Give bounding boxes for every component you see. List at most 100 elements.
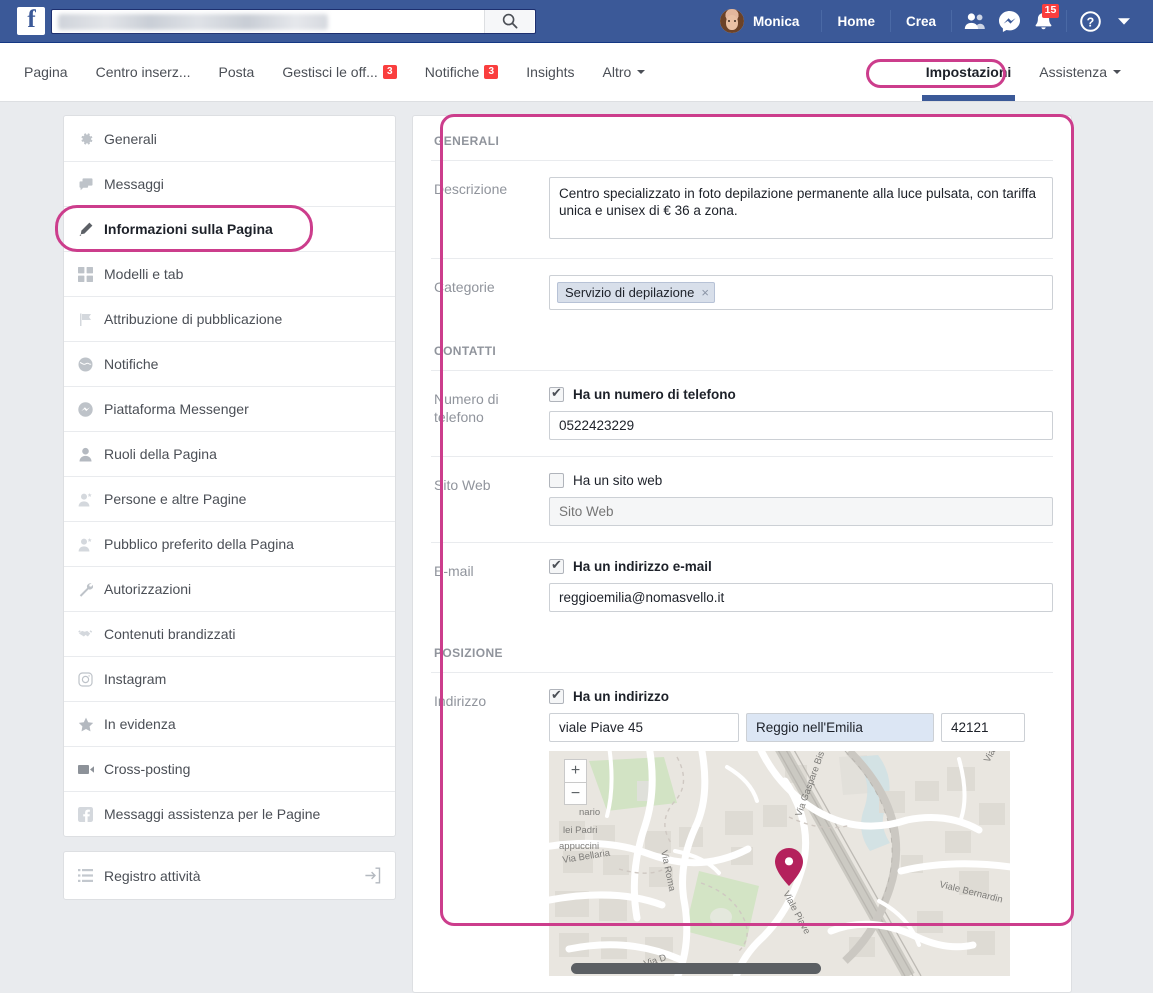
- remove-token-icon[interactable]: ×: [701, 285, 709, 300]
- checkbox-unchecked-icon[interactable]: [549, 473, 564, 488]
- map-zoom-controls[interactable]: + −: [564, 759, 587, 805]
- tab-label: Gestisci le off...: [282, 64, 378, 80]
- sidebar-item-label: Instagram: [104, 671, 167, 687]
- field-row-categorie: Categorie Servizio di depilazione ×: [431, 258, 1053, 326]
- zip-input[interactable]: [941, 713, 1025, 742]
- categories-token-input[interactable]: Servizio di depilazione ×: [549, 275, 1053, 310]
- chevron-down-icon: [1113, 70, 1121, 74]
- description-textarea[interactable]: Centro specializzato in foto depilazione…: [549, 177, 1053, 239]
- sidebar-item-autorizzazioni[interactable]: Autorizzazioni: [64, 566, 395, 611]
- search-redacted-overlay: [58, 13, 328, 30]
- sidebar-item-notifiche[interactable]: Notifiche: [64, 341, 395, 386]
- settings-sidebar: Generali Messaggi Informazioni sulla Pag…: [63, 115, 396, 900]
- page-tab-bar: Pagina Centro inserz... Posta Gestisci l…: [0, 43, 1153, 102]
- field-row-email: E-mail Ha un indirizzo e-mail: [431, 542, 1053, 628]
- sidebar-item-messaggi-assistenza-per-le-pagine[interactable]: Messaggi assistenza per le Pagine: [64, 791, 395, 836]
- location-map[interactable]: nario lei Padri appuccini Via Bellaria V…: [549, 751, 1010, 976]
- map-pin-icon[interactable]: [775, 848, 803, 886]
- sidebar-item-label: Pubblico preferito della Pagina: [104, 536, 294, 552]
- tab-pagina[interactable]: Pagina: [10, 43, 82, 101]
- tab-centro-inserzioni[interactable]: Centro inserz...: [82, 43, 205, 101]
- tab-impostazioni[interactable]: Impostazioni: [912, 43, 1026, 101]
- person-star-icon: [78, 537, 104, 552]
- tab-label: Assistenza: [1039, 64, 1107, 80]
- pencil-icon: [78, 221, 104, 237]
- sidebar-item-label: Cross-posting: [104, 761, 191, 777]
- svg-text:?: ?: [1086, 15, 1094, 29]
- sidebar-item-piattaforma-messenger[interactable]: Piattaforma Messenger: [64, 386, 395, 431]
- facebook-logo-icon[interactable]: f: [17, 7, 45, 35]
- sidebar-item-label: Registro attività: [104, 867, 201, 884]
- map-zoom-out-button[interactable]: −: [564, 782, 587, 805]
- sidebar-item-pubblico-preferito-della-pagina[interactable]: Pubblico preferito della Pagina: [64, 521, 395, 566]
- address-checkbox-row[interactable]: Ha un indirizzo: [549, 687, 1053, 704]
- active-tab-underline: [921, 95, 1016, 101]
- sidebar-item-modelli-e-tab[interactable]: Modelli e tab: [64, 251, 395, 296]
- external-link-icon[interactable]: [364, 867, 381, 884]
- sidebar-item-label: Notifiche: [104, 356, 159, 372]
- sidebar-item-label: Contenuti brandizzati: [104, 626, 236, 642]
- field-label: Categorie: [434, 279, 495, 295]
- divider: [821, 10, 823, 32]
- sidebar-item-registro-attivita[interactable]: Registro attività: [64, 852, 395, 899]
- messenger-icon[interactable]: [992, 6, 1026, 36]
- friends-icon[interactable]: [958, 6, 992, 36]
- section-title-posizione: POSIZIONE: [434, 646, 503, 660]
- website-checkbox-row[interactable]: Ha un sito web: [549, 473, 1053, 488]
- notifications-bell-icon[interactable]: 15: [1026, 4, 1060, 36]
- map-zoom-in-button[interactable]: +: [564, 759, 587, 782]
- sidebar-item-label: Modelli e tab: [104, 266, 184, 282]
- home-link[interactable]: Home: [828, 14, 884, 29]
- person-star-icon: [78, 492, 104, 507]
- account-button[interactable]: Monica: [713, 6, 816, 36]
- search-icon[interactable]: [484, 9, 534, 33]
- field-label: Descrizione: [434, 181, 508, 197]
- field-label: Numero di telefono: [434, 391, 499, 425]
- category-token[interactable]: Servizio di depilazione ×: [557, 282, 715, 303]
- tab-insights[interactable]: Insights: [512, 43, 588, 101]
- help-icon[interactable]: ?: [1073, 6, 1107, 36]
- sidebar-item-generali[interactable]: Generali: [64, 116, 395, 161]
- create-link[interactable]: Crea: [897, 14, 945, 29]
- tab-posta[interactable]: Posta: [205, 43, 269, 101]
- checkbox-label: Ha un indirizzo e-mail: [573, 559, 712, 574]
- search-bar[interactable]: [51, 8, 536, 34]
- sidebar-item-attribuzione-di-pubblicazione[interactable]: Attribuzione di pubblicazione: [64, 296, 395, 341]
- email-checkbox-row[interactable]: Ha un indirizzo e-mail: [549, 557, 1053, 574]
- tab-label: Insights: [526, 64, 575, 80]
- sidebar-item-label: Ruoli della Pagina: [104, 446, 217, 462]
- checkbox-checked-icon[interactable]: [549, 687, 564, 704]
- sidebar-item-cross-posting[interactable]: Cross-posting: [64, 746, 395, 791]
- account-chevron-down-icon[interactable]: [1107, 6, 1141, 36]
- sidebar-item-informazioni-sulla-pagina[interactable]: Informazioni sulla Pagina: [64, 206, 395, 251]
- tab-notifiche[interactable]: Notifiche 3: [411, 43, 512, 101]
- sidebar-item-persone-e-altre-pagine[interactable]: Persone e altre Pagine: [64, 476, 395, 521]
- tab-gestisci-offerte[interactable]: Gestisci le off... 3: [268, 43, 410, 101]
- map-label: lei Padri: [563, 825, 597, 836]
- street-input[interactable]: [549, 713, 739, 742]
- divider: [951, 10, 952, 32]
- sidebar-item-in-evidenza[interactable]: In evidenza: [64, 701, 395, 746]
- star-icon: [78, 717, 104, 732]
- phone-checkbox-row[interactable]: Ha un numero di telefono: [549, 385, 1053, 402]
- sidebar-item-contenuti-brandizzati[interactable]: Contenuti brandizzati: [64, 611, 395, 656]
- email-input[interactable]: [549, 583, 1053, 612]
- phone-input[interactable]: [549, 411, 1053, 440]
- tab-altro[interactable]: Altro: [589, 43, 660, 101]
- wrench-icon: [78, 582, 104, 597]
- city-input[interactable]: [746, 713, 934, 742]
- tab-label: Notifiche: [424, 64, 480, 80]
- sidebar-item-ruoli-della-pagina[interactable]: Ruoli della Pagina: [64, 431, 395, 476]
- website-input[interactable]: [549, 497, 1053, 526]
- sidebar-item-instagram[interactable]: Instagram: [64, 656, 395, 701]
- checkbox-checked-icon[interactable]: [549, 385, 564, 402]
- tab-assistenza[interactable]: Assistenza: [1025, 43, 1135, 101]
- checkbox-checked-icon[interactable]: [549, 557, 564, 574]
- tab-badge: 3: [382, 65, 397, 79]
- sidebar-item-messaggi[interactable]: Messaggi: [64, 161, 395, 206]
- sidebar-item-label: Informazioni sulla Pagina: [104, 221, 273, 237]
- map-horizontal-scrollbar[interactable]: [571, 963, 821, 974]
- video-camera-icon: [78, 763, 104, 776]
- sidebar-item-label: Autorizzazioni: [104, 581, 192, 597]
- address-fields: [549, 713, 1053, 742]
